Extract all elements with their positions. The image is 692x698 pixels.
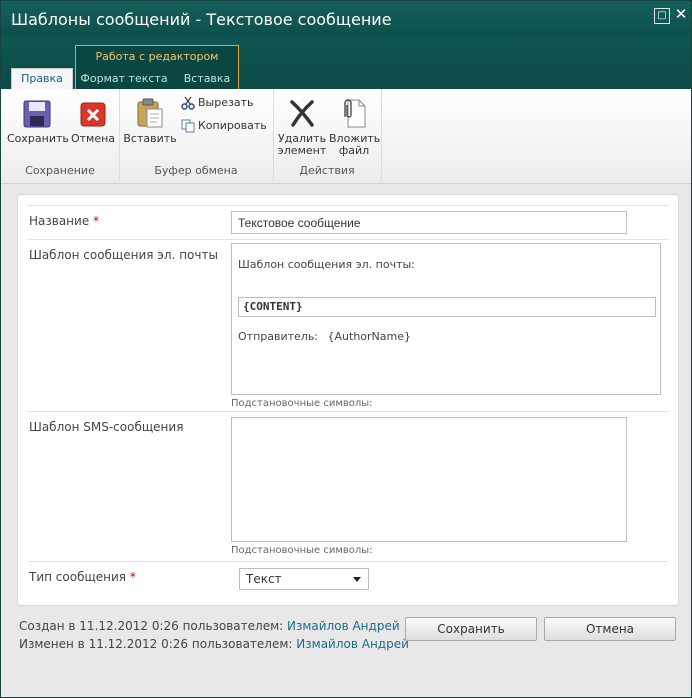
- name-label-text: Название: [29, 214, 90, 228]
- form-row-name: Название *: [28, 205, 668, 240]
- attach-label-line2: файл: [338, 144, 370, 157]
- modified-user-link[interactable]: Измайлов Андрей: [296, 637, 409, 651]
- close-icon[interactable]: ✕: [674, 7, 688, 22]
- chevron-down-icon: [353, 577, 361, 582]
- form-row-sms-template: Шаблон SMS-сообщения Подстановочные симв…: [28, 411, 668, 562]
- modified-info: Изменен в 11.12.2012 0:26 пользователем:…: [19, 637, 409, 651]
- dialog-window: Шаблоны сообщений - Текстовое сообщение …: [0, 0, 692, 698]
- maximize-icon[interactable]: □: [654, 8, 670, 24]
- sender-label: Отправитель:: [238, 330, 319, 343]
- ribbon-group-clipboard: Вставить Вырезать Копировать Буфер обмен…: [119, 89, 274, 181]
- form-panel: Название * Шаблон сообщения эл. почты Ша…: [17, 194, 679, 606]
- ribbon-group-label: Действия: [299, 164, 355, 177]
- sms-template-label: Шаблон SMS-сообщения: [29, 420, 184, 434]
- title-bar: Шаблоны сообщений - Текстовое сообщение …: [1, 1, 691, 37]
- copy-button[interactable]: Копировать: [181, 118, 267, 134]
- ribbon-group-label: Сохранение: [25, 164, 95, 177]
- cut-button[interactable]: Вырезать: [181, 95, 253, 111]
- ribbon-group-save: Сохранить Отмена Сохранение: [1, 89, 120, 181]
- email-template-editor[interactable]: Шаблон сообщения эл. почты: {CONTENT} От…: [231, 243, 661, 395]
- copy-button-label: Копировать: [198, 119, 267, 132]
- sender-token: {AuthorName}: [327, 330, 411, 343]
- email-sender-line: Отправитель: {AuthorName}: [238, 330, 411, 343]
- save-icon: [23, 100, 51, 128]
- cut-button-label: Вырезать: [198, 96, 254, 109]
- cancel-button-label: Отмена: [70, 132, 116, 145]
- created-user-link[interactable]: Измайлов Андрей: [287, 619, 400, 633]
- required-marker: *: [93, 214, 100, 228]
- created-prefix: Создан в 11.12.2012 0:26 пользователем:: [19, 619, 284, 633]
- ribbon-tab-band: Работа с редактором Правка Формат текста…: [1, 37, 691, 90]
- created-info: Создан в 11.12.2012 0:26 пользователем: …: [19, 619, 400, 633]
- footer-cancel-button[interactable]: Отмена: [544, 617, 676, 641]
- paperclip-icon: [344, 99, 366, 128]
- name-label: Название *: [29, 214, 99, 228]
- context-group-title: Работа с редактором: [95, 50, 219, 63]
- content-token-field[interactable]: {CONTENT}: [238, 297, 656, 317]
- paste-button-label: Вставить: [123, 132, 177, 145]
- tab-insert[interactable]: Вставка: [177, 69, 237, 89]
- tab-edit[interactable]: Правка: [11, 68, 73, 90]
- ribbon-group-label: Буфер обмена: [154, 164, 238, 177]
- sms-placeholder-hint: Подстановочные символы:: [231, 545, 373, 556]
- ribbon-group-actions: Удалить элемент Вложить файл Действия: [273, 89, 382, 181]
- delete-item-button[interactable]: Удалить элемент: [277, 97, 327, 157]
- cancel-button[interactable]: Отмена: [69, 99, 117, 145]
- window-title: Шаблоны сообщений - Текстовое сообщение: [11, 10, 392, 29]
- email-placeholder-hint: Подстановочные символы:: [231, 398, 373, 409]
- attach-file-button[interactable]: Вложить файл: [329, 97, 380, 157]
- save-button[interactable]: Сохранить: [7, 99, 69, 145]
- copy-icon: [181, 119, 195, 133]
- sms-template-textarea[interactable]: [231, 417, 627, 542]
- email-template-label: Шаблон сообщения эл. почты: [29, 248, 218, 262]
- name-input[interactable]: [231, 211, 627, 234]
- message-type-selected: Текст: [246, 572, 282, 586]
- ribbon: Сохранить Отмена Сохранение Вставить Выр…: [1, 89, 691, 184]
- required-marker: *: [129, 570, 136, 584]
- email-body-header: Шаблон сообщения эл. почты:: [238, 258, 415, 271]
- delete-x-icon: [290, 100, 314, 127]
- footer-save-button[interactable]: Сохранить: [405, 617, 537, 641]
- paste-icon: [137, 98, 163, 128]
- message-type-select[interactable]: Текст: [239, 568, 369, 590]
- paste-button[interactable]: Вставить: [123, 97, 177, 145]
- save-button-label: Сохранить: [7, 132, 69, 145]
- modified-prefix: Изменен в 11.12.2012 0:26 пользователем:: [19, 637, 293, 651]
- message-type-label-text: Тип сообщения: [29, 570, 127, 584]
- tab-text-format[interactable]: Формат текста: [79, 69, 169, 89]
- form-row-email-template: Шаблон сообщения эл. почты Шаблон сообще…: [28, 239, 668, 412]
- message-type-label: Тип сообщения *: [29, 570, 136, 584]
- cancel-icon: [80, 102, 106, 127]
- scissors-icon: [181, 96, 195, 110]
- delete-label-line2: элемент: [277, 144, 327, 157]
